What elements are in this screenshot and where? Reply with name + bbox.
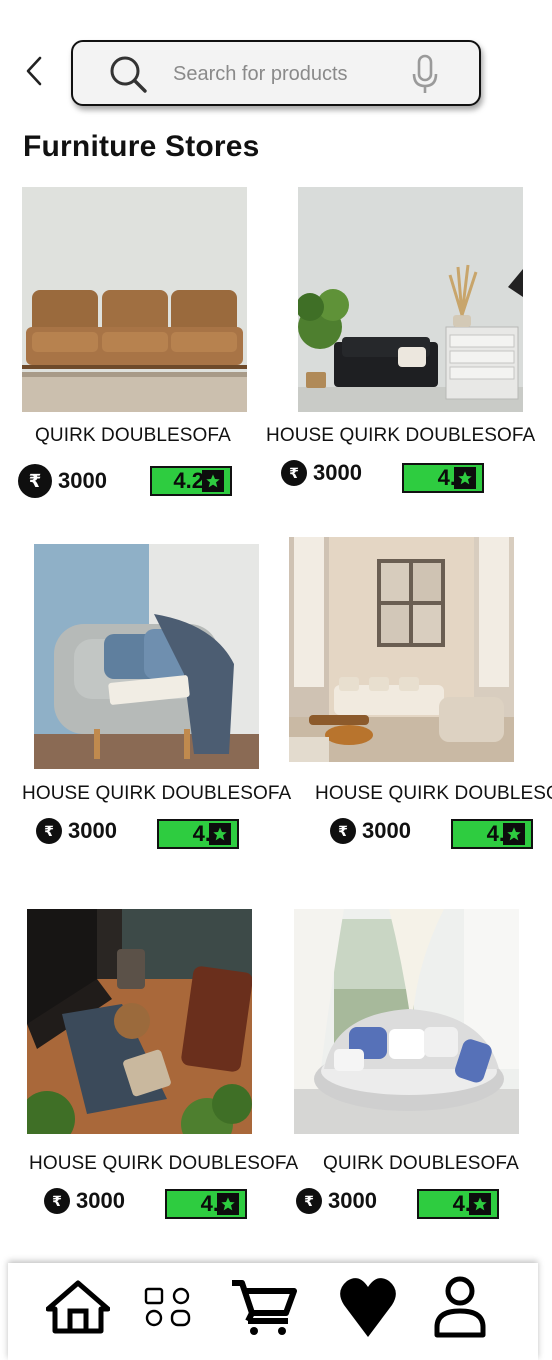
nav-profile[interactable] (426, 1273, 494, 1341)
rupee-icon: ₹ (296, 1188, 322, 1214)
price-value: 3000 (76, 1188, 125, 1213)
rating-badge[interactable]: 4. (417, 1189, 499, 1219)
rupee-icon: ₹ (330, 818, 356, 844)
product-price: ₹ 3000 (281, 460, 362, 486)
rupee-icon: ₹ (44, 1188, 70, 1214)
product-name[interactable]: HOUSE QUIRK DOUBLESOFA (266, 425, 535, 447)
profile-icon (434, 1276, 486, 1338)
categories-icon (144, 1287, 191, 1327)
product-name[interactable]: QUIRK DOUBLESOFA (323, 1153, 519, 1175)
product-price: ₹ 3000 (330, 818, 411, 844)
price-value: 3000 (68, 818, 117, 843)
rating-badge[interactable]: 4. (157, 819, 239, 849)
product-name[interactable]: HOUSE QUIRK DOUBLESOFA (29, 1153, 298, 1175)
star-icon (202, 470, 224, 492)
star-icon (503, 823, 525, 845)
rating-badge[interactable]: 4. (451, 819, 533, 849)
product-name[interactable]: HOUSE QUIRK DOUBLESOFA (22, 783, 291, 805)
product-image[interactable] (289, 537, 514, 762)
cart-icon (232, 1280, 297, 1335)
search-bar (71, 40, 481, 106)
rating-badge[interactable]: 4. (402, 463, 484, 493)
product-image[interactable] (298, 187, 523, 412)
product-name[interactable]: QUIRK DOUBLESOFA (35, 425, 231, 447)
microphone-icon[interactable] (411, 54, 439, 96)
leather-sofa-photo (22, 187, 247, 412)
product-image[interactable] (34, 544, 259, 769)
product-price: ₹ 3000 (296, 1188, 377, 1214)
price-value: 3000 (362, 818, 411, 843)
price-value: 3000 (313, 460, 362, 485)
product-price: ₹ 3000 (44, 1188, 125, 1214)
product-name[interactable]: HOUSE QUIRK DOUBLESOFA (315, 783, 552, 805)
price-value: 3000 (328, 1188, 377, 1213)
rating-value: 4.2 (173, 468, 204, 493)
product-image[interactable] (27, 909, 252, 1134)
rupee-icon: ₹ (18, 464, 52, 498)
back-button[interactable] (20, 52, 48, 90)
search-input[interactable] (173, 58, 403, 90)
nav-cart[interactable] (230, 1273, 298, 1341)
star-icon (469, 1193, 491, 1215)
star-icon (209, 823, 231, 845)
armchair-photo (34, 544, 259, 769)
star-icon (217, 1193, 239, 1215)
price-value: 3000 (58, 468, 107, 493)
rating-badge[interactable]: 4. (165, 1189, 247, 1219)
page-title: Furniture Stores (23, 130, 260, 163)
nav-wishlist[interactable] (334, 1273, 402, 1341)
nav-home[interactable] (44, 1273, 112, 1341)
fireplace-room-photo (27, 909, 252, 1134)
rating-badge[interactable]: 4.2 (150, 466, 232, 496)
home-icon (46, 1280, 110, 1334)
product-price: ₹ 3000 (36, 818, 117, 844)
nav-categories[interactable] (134, 1273, 202, 1341)
star-icon (454, 467, 476, 489)
product-image[interactable] (294, 909, 519, 1134)
search-icon[interactable] (108, 54, 148, 94)
black-sofa-photo (298, 187, 523, 412)
rupee-icon: ₹ (36, 818, 62, 844)
product-image[interactable] (22, 187, 247, 412)
living-room-photo (289, 537, 514, 762)
chevron-left-icon (26, 56, 42, 86)
round-sofa-photo (294, 909, 519, 1134)
bottom-navigation (8, 1263, 538, 1360)
product-price: ₹ 3000 (18, 464, 107, 498)
heart-icon (340, 1278, 396, 1337)
rupee-icon: ₹ (281, 460, 307, 486)
